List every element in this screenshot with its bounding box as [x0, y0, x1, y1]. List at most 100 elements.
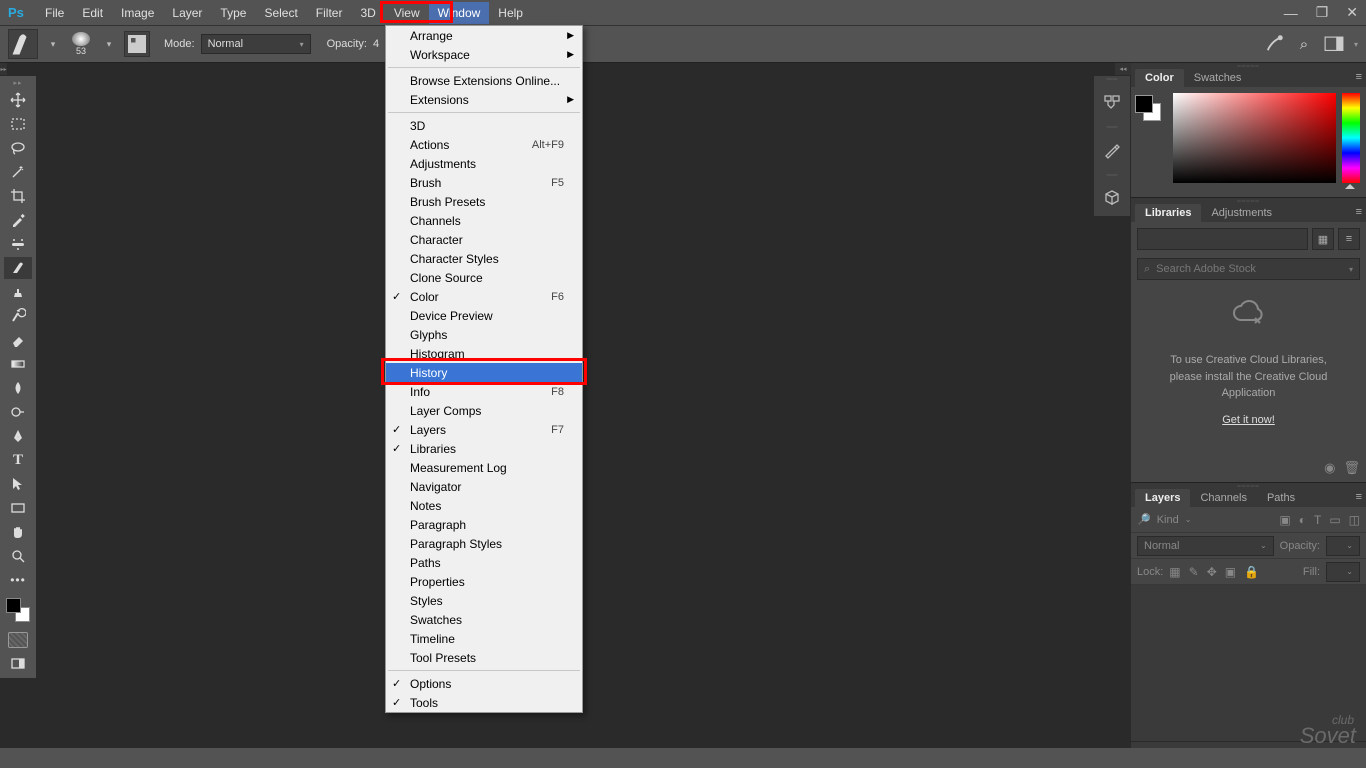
menu-window[interactable]: Window — [429, 2, 490, 24]
lasso-tool-icon[interactable] — [4, 137, 32, 159]
library-sync-icon[interactable]: ◉ — [1324, 460, 1335, 476]
menu-item-adjustments[interactable]: Adjustments — [386, 154, 582, 173]
menu-item-histogram[interactable]: Histogram — [386, 344, 582, 363]
menu-item-paragraph[interactable]: Paragraph — [386, 515, 582, 534]
quick-mask-icon[interactable] — [4, 629, 32, 651]
menu-type[interactable]: Type — [211, 2, 255, 24]
lock-artboard-icon[interactable]: ▣ — [1225, 565, 1236, 579]
menu-item-libraries[interactable]: ✓Libraries — [386, 439, 582, 458]
menu-item-arrange[interactable]: Arrange▶ — [386, 26, 582, 45]
menu-3d[interactable]: 3D — [351, 2, 384, 24]
foreground-background-swatch[interactable] — [6, 598, 30, 622]
filter-adjustment-icon[interactable]: ◐ — [1299, 513, 1306, 527]
brush-preview-icon[interactable] — [72, 32, 90, 46]
brush-panel-toggle-icon[interactable] — [124, 31, 150, 57]
lock-pixels-icon[interactable]: ✎ — [1189, 565, 1199, 579]
menu-item-properties[interactable]: Properties — [386, 572, 582, 591]
tool-preset-picker[interactable] — [8, 29, 38, 59]
close-button[interactable]: ✕ — [1346, 4, 1358, 21]
screen-mode-icon[interactable] — [4, 653, 32, 675]
blend-mode-select[interactable]: Normal⌄ — [1137, 536, 1274, 556]
menu-edit[interactable]: Edit — [73, 2, 112, 24]
menu-layer[interactable]: Layer — [163, 2, 211, 24]
library-delete-icon[interactable]: 🗑 — [1343, 460, 1360, 476]
left-collapse-grip[interactable]: ▸▸ — [0, 63, 7, 75]
pen-tool-icon[interactable] — [4, 425, 32, 447]
library-grid-view-icon[interactable]: ▦ — [1312, 228, 1334, 250]
menu-item-actions[interactable]: ActionsAlt+F9 — [386, 135, 582, 154]
get-it-now-link[interactable]: Get it now! — [1137, 414, 1360, 426]
brush-tool-icon[interactable] — [4, 257, 32, 279]
filter-smart-icon[interactable]: ◫ — [1349, 513, 1360, 527]
eraser-tool-icon[interactable] — [4, 329, 32, 351]
menu-item-measurement-log[interactable]: Measurement Log — [386, 458, 582, 477]
edit-toolbar-icon[interactable]: ••• — [4, 569, 32, 591]
eyedropper-tool-icon[interactable] — [4, 209, 32, 231]
menu-item-tool-presets[interactable]: Tool Presets — [386, 648, 582, 667]
tab-swatches[interactable]: Swatches — [1184, 69, 1252, 87]
brush-settings-icon[interactable] — [1264, 34, 1284, 54]
layer-fill-input[interactable]: ⌄ — [1326, 562, 1360, 582]
color-field[interactable] — [1173, 93, 1336, 183]
menu-item-clone-source[interactable]: Clone Source — [386, 268, 582, 287]
tab-libraries[interactable]: Libraries — [1135, 204, 1201, 222]
tab-color[interactable]: Color — [1135, 69, 1184, 87]
filter-type-icon[interactable]: T — [1314, 513, 1321, 527]
zoom-tool-icon[interactable] — [4, 545, 32, 567]
menu-item-3d[interactable]: 3D — [386, 116, 582, 135]
clone-stamp-tool-icon[interactable] — [4, 281, 32, 303]
menu-item-options[interactable]: ✓Options — [386, 674, 582, 693]
dodge-tool-icon[interactable] — [4, 401, 32, 423]
menu-item-navigator[interactable]: Navigator — [386, 477, 582, 496]
menu-item-brush[interactable]: BrushF5 — [386, 173, 582, 192]
properties-panel-icon[interactable] — [1097, 136, 1127, 164]
workspace-switcher-icon[interactable] — [1324, 34, 1344, 54]
toolbox-grip[interactable]: ▸▸ — [0, 78, 36, 88]
stock-search-input[interactable]: ⌕ Search Adobe Stock ▾ — [1137, 258, 1360, 280]
type-tool-icon[interactable]: T — [4, 449, 32, 471]
menu-file[interactable]: File — [36, 2, 73, 24]
hand-tool-icon[interactable] — [4, 521, 32, 543]
tab-adjustments[interactable]: Adjustments — [1201, 204, 1282, 222]
library-list-view-icon[interactable]: ≡ — [1338, 228, 1360, 250]
lock-position-icon[interactable]: ✥ — [1207, 565, 1217, 579]
menu-item-paragraph-styles[interactable]: Paragraph Styles — [386, 534, 582, 553]
rectangle-tool-icon[interactable] — [4, 497, 32, 519]
menu-item-notes[interactable]: Notes — [386, 496, 582, 515]
move-tool-icon[interactable] — [4, 89, 32, 111]
menu-image[interactable]: Image — [112, 2, 163, 24]
minimize-button[interactable]: — — [1284, 5, 1298, 21]
menu-item-tools[interactable]: ✓Tools — [386, 693, 582, 712]
blend-mode-select[interactable]: Normal▾ — [201, 34, 311, 54]
menu-item-swatches[interactable]: Swatches — [386, 610, 582, 629]
menu-item-brush-presets[interactable]: Brush Presets — [386, 192, 582, 211]
panel-menu-icon[interactable]: ≡ — [1356, 71, 1362, 83]
menu-item-workspace[interactable]: Workspace▶ — [386, 45, 582, 64]
lock-all-icon[interactable]: 🔒 — [1244, 565, 1259, 579]
tab-paths[interactable]: Paths — [1257, 489, 1305, 507]
menu-select[interactable]: Select — [255, 2, 306, 24]
menu-help[interactable]: Help — [489, 2, 532, 24]
menu-item-styles[interactable]: Styles — [386, 591, 582, 610]
menu-item-timeline[interactable]: Timeline — [386, 629, 582, 648]
restore-button[interactable]: ❐ — [1316, 4, 1329, 21]
path-selection-tool-icon[interactable] — [4, 473, 32, 495]
library-select[interactable] — [1137, 228, 1308, 250]
history-brush-tool-icon[interactable] — [4, 305, 32, 327]
panel-menu-icon[interactable]: ≡ — [1356, 206, 1362, 218]
menu-item-color[interactable]: ✓ColorF6 — [386, 287, 582, 306]
filter-pixel-icon[interactable]: ▣ — [1279, 513, 1290, 527]
menu-item-character-styles[interactable]: Character Styles — [386, 249, 582, 268]
menu-item-browse-extensions-online-[interactable]: Browse Extensions Online... — [386, 71, 582, 90]
tab-layers[interactable]: Layers — [1135, 489, 1190, 507]
menu-item-layers[interactable]: ✓LayersF7 — [386, 420, 582, 439]
filter-shape-icon[interactable]: ▭ — [1329, 513, 1340, 527]
3d-panel-icon[interactable] — [1097, 184, 1127, 212]
layer-filter-icons[interactable]: ▣ ◐ T ▭ ◫ — [1279, 513, 1360, 527]
layer-opacity-input[interactable]: ⌄ — [1326, 536, 1360, 556]
menu-item-layer-comps[interactable]: Layer Comps — [386, 401, 582, 420]
menu-item-paths[interactable]: Paths — [386, 553, 582, 572]
opacity-value[interactable]: 4 — [373, 38, 379, 50]
lock-transparency-icon[interactable]: ▦ — [1169, 565, 1180, 579]
menu-item-history[interactable]: History — [386, 363, 582, 382]
